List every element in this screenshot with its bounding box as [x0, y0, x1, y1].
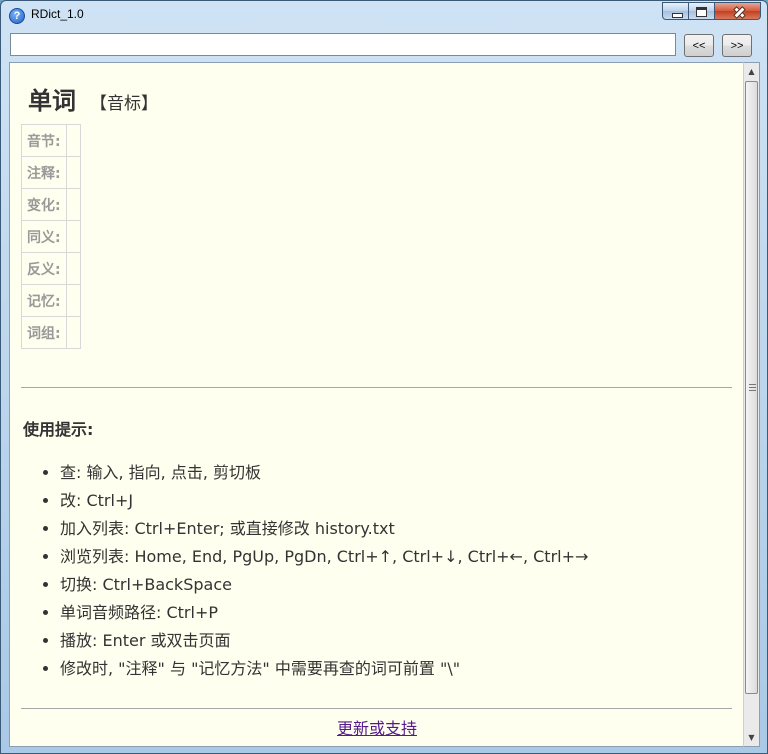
field-value: [65, 252, 81, 285]
list-item: 加入列表: Ctrl+Enter; 或直接修改 history.txt: [60, 515, 588, 543]
minimize-button[interactable]: [662, 2, 689, 20]
field-label: 音节:: [21, 124, 67, 157]
list-item: 切换: Ctrl+BackSpace: [60, 571, 588, 599]
toolbar: << >>: [9, 31, 761, 61]
field-value: [65, 124, 81, 157]
list-item: 单词音频路径: Ctrl+P: [60, 599, 588, 627]
phonetic: 【音标】: [90, 94, 158, 114]
field-value: [65, 156, 81, 189]
field-label: 反义:: [21, 252, 67, 285]
field-value: [65, 188, 81, 221]
scroll-down-icon[interactable]: ▼: [744, 729, 759, 746]
table-row: 变化:: [21, 188, 81, 221]
table-row: 同义:: [21, 220, 81, 253]
table-row: 音节:: [21, 124, 81, 157]
content-pane[interactable]: 单词 【音标】 音节: 注释: 变化: 同义: 反义: 记忆: 词组: 使用提示:…: [9, 62, 743, 747]
divider: [21, 708, 732, 709]
table-row: 注释:: [21, 156, 81, 189]
word-title: 单词: [28, 87, 76, 115]
support-link[interactable]: 更新或支持: [10, 715, 743, 739]
vertical-scrollbar[interactable]: ▲ ▼: [743, 62, 760, 747]
scroll-up-icon[interactable]: ▲: [744, 63, 759, 80]
title-bar[interactable]: ? RDict_1.0: [1, 1, 767, 29]
field-value: [65, 284, 81, 317]
close-button[interactable]: [715, 2, 761, 20]
window-controls: [662, 2, 761, 21]
field-value: [65, 316, 81, 349]
next-button[interactable]: >>: [722, 34, 752, 57]
list-item: 改: Ctrl+J: [60, 487, 588, 515]
table-row: 反义:: [21, 252, 81, 285]
tips-title: 使用提示:: [23, 420, 94, 439]
field-label: 变化:: [21, 188, 67, 221]
field-label: 记忆:: [21, 284, 67, 317]
list-item: 查: 输入, 指向, 点击, 剪切板: [60, 459, 588, 487]
info-table: 音节: 注释: 变化: 同义: 反义: 记忆: 词组:: [21, 124, 81, 349]
app-window: ? RDict_1.0 << >> 单词 【音标】 音节: 注释: 变化: 同义:…: [0, 0, 768, 754]
list-item: 浏览列表: Home, End, PgUp, PgDn, Ctrl+↑, Ctr…: [60, 543, 588, 571]
table-row: 记忆:: [21, 284, 81, 317]
tips-list: 查: 输入, 指向, 点击, 剪切板 改: Ctrl+J 加入列表: Ctrl+…: [40, 459, 588, 683]
grip-icon: [749, 384, 756, 391]
list-item: 修改时, "注释" 与 "记忆方法" 中需要再查的词可前置 "\": [60, 655, 588, 683]
table-row: 词组:: [21, 316, 81, 349]
app-help-icon: ?: [9, 8, 25, 24]
field-label: 词组:: [21, 316, 67, 349]
field-label: 同义:: [21, 220, 67, 253]
window-title: RDict_1.0: [31, 7, 84, 21]
field-label: 注释:: [21, 156, 67, 189]
list-item: 播放: Enter 或双击页面: [60, 627, 588, 655]
prev-button[interactable]: <<: [684, 34, 714, 57]
maximize-button[interactable]: [689, 2, 715, 20]
scroll-thumb[interactable]: [745, 81, 758, 694]
field-value: [65, 220, 81, 253]
divider: [21, 387, 732, 388]
search-input[interactable]: [10, 33, 676, 56]
word-header: 单词 【音标】: [28, 81, 158, 116]
